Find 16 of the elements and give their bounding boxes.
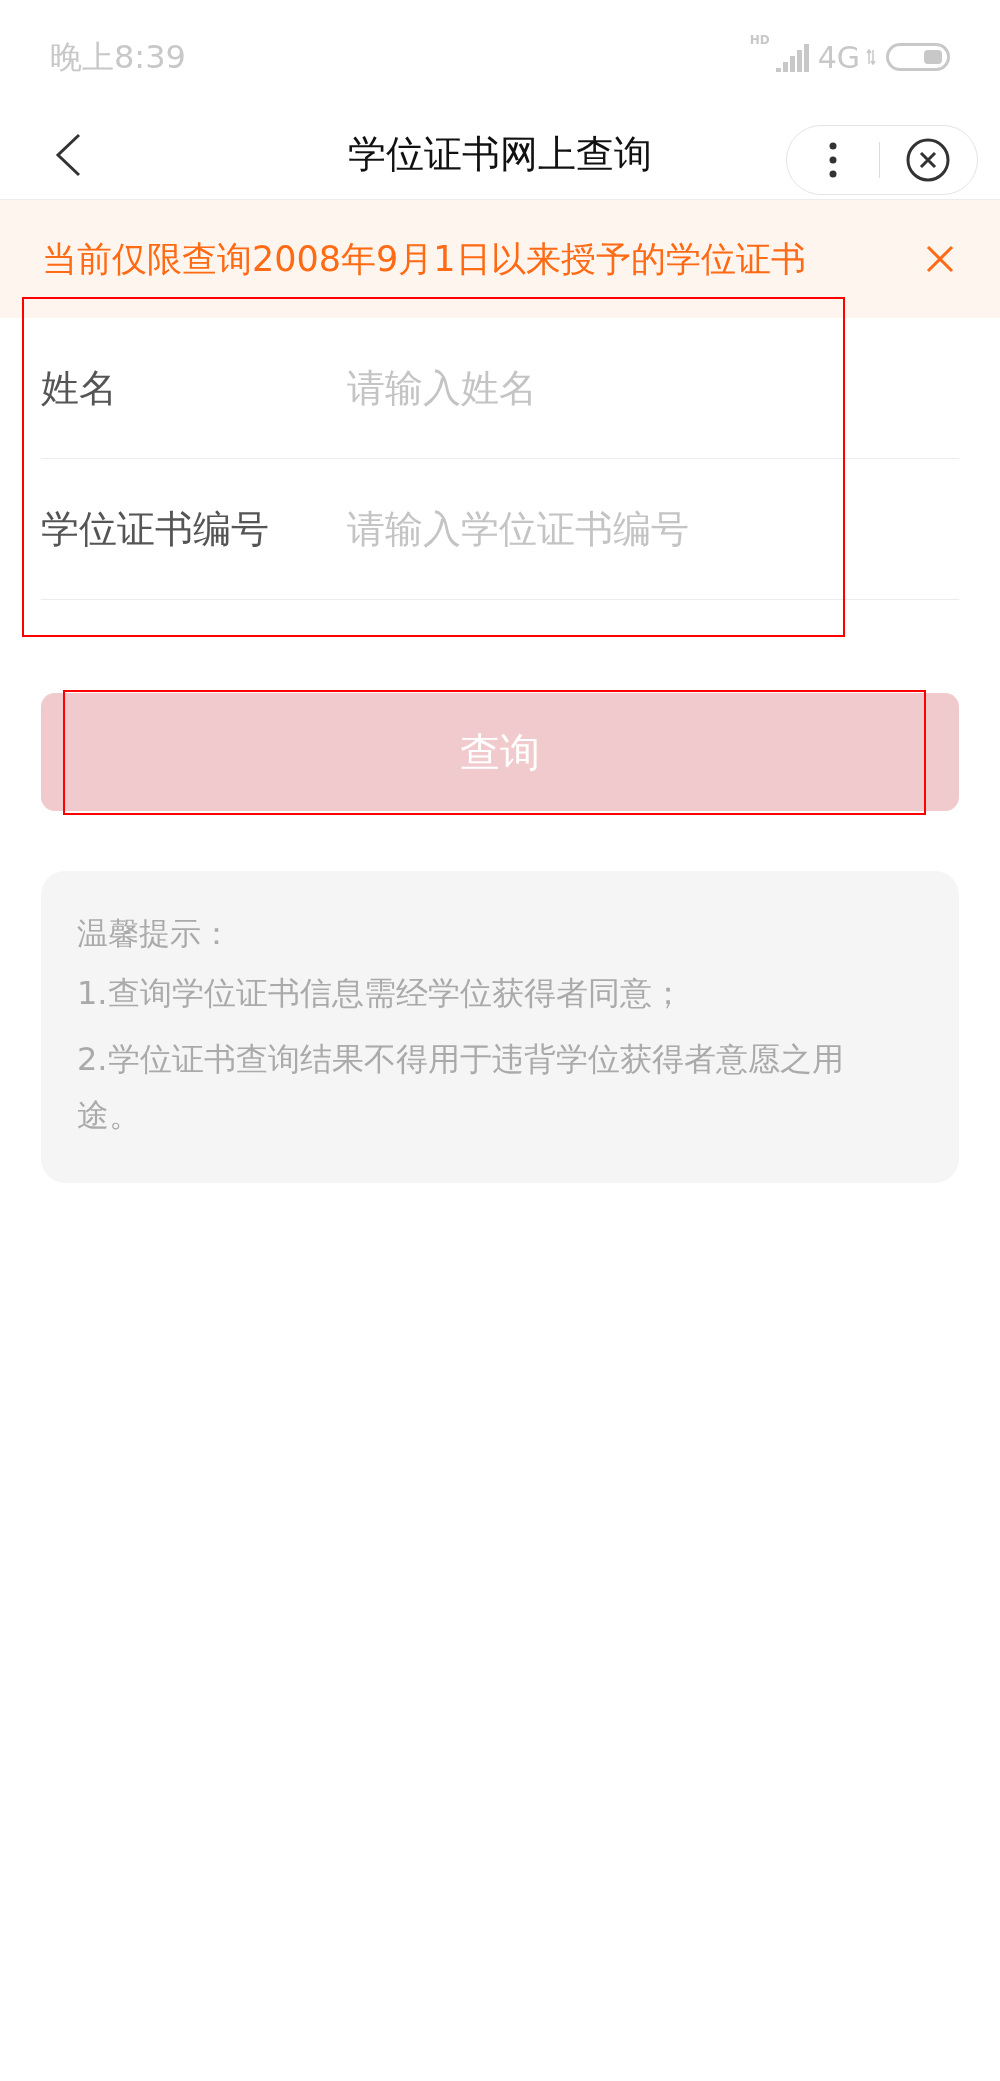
tip-text: 2.学位证书查询结果不得用于违背学位获得者意愿之用途。 — [77, 1039, 845, 1136]
field-label: 姓名 — [41, 364, 118, 412]
notice-text: 当前仅限查询2008年9月1日以来授予的学位证书 — [42, 237, 807, 281]
close-icon — [926, 245, 954, 273]
page-title: 学位证书网上查询 — [347, 131, 653, 178]
battery-icon — [886, 43, 950, 71]
tips-title: 温馨提示： — [77, 914, 233, 953]
data-arrows-icon — [866, 49, 876, 65]
field-label: 学位证书编号 — [41, 505, 270, 553]
input-field[interactable]: 请输入学位证书编号 — [347, 489, 959, 569]
input-field[interactable]: 请输入姓名 — [347, 348, 959, 428]
signal-icon — [775, 42, 812, 72]
tip-text: 1.查询学位证书信息需经学位获得者同意； — [77, 973, 685, 1014]
close-icon — [906, 138, 951, 182]
back-icon — [55, 132, 81, 177]
more-icon — [828, 142, 837, 178]
